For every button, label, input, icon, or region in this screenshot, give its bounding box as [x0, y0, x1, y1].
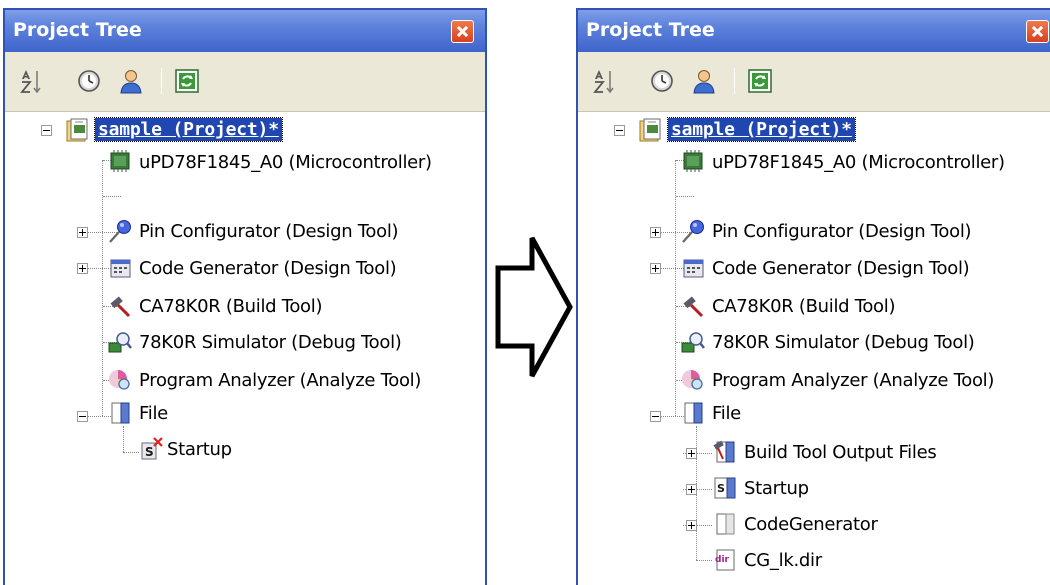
codegenerator-folder-icon	[716, 513, 735, 535]
close-icon[interactable]	[1026, 20, 1049, 43]
tree-item-simulator[interactable]: 78K0R Simulator (Debug Tool)	[712, 332, 975, 353]
panel-title: Project Tree	[13, 19, 142, 41]
toolbar-separator	[161, 68, 162, 94]
hammer-icon	[683, 296, 704, 318]
tree-item-microcontroller[interactable]: uPD78F1845_A0 (Microcontroller)	[139, 152, 432, 173]
close-icon[interactable]	[451, 20, 474, 43]
refresh-icon[interactable]	[746, 67, 774, 95]
tree-item-startup[interactable]: Startup	[744, 478, 809, 499]
tree-item-startup[interactable]: Startup	[167, 439, 232, 460]
tree-collapse-toggle[interactable]	[41, 125, 52, 136]
tree-collapse-toggle[interactable]	[77, 411, 88, 422]
tree-item-file[interactable]: File	[139, 403, 168, 424]
sort-az-icon[interactable]	[17, 67, 45, 95]
microcontroller-icon	[110, 150, 130, 172]
toolbar-separator	[734, 68, 735, 94]
project-tree: sample (Project)* uPD78F1845_A0 (Microco…	[578, 112, 1050, 585]
tree-collapse-toggle[interactable]	[614, 125, 625, 136]
tree-item-code-generator[interactable]: Code Generator (Design Tool)	[712, 258, 970, 279]
code-generator-icon	[683, 259, 704, 278]
project-tree-panel-before: Project Tree sample (Project)* uPD78F184…	[3, 8, 487, 585]
tree-item-codegenerator[interactable]: CodeGenerator	[744, 514, 878, 535]
tree-expand-toggle[interactable]	[686, 520, 697, 531]
tree-root-project[interactable]: sample (Project)*	[94, 117, 283, 142]
tree-collapse-toggle[interactable]	[650, 411, 661, 422]
tree-expand-toggle[interactable]	[686, 484, 697, 495]
refresh-icon[interactable]	[173, 67, 201, 95]
tree-item-build-tool[interactable]: CA78K0R (Build Tool)	[139, 296, 322, 317]
analyzer-icon	[682, 370, 703, 390]
svg-text:dir: dir	[715, 555, 730, 565]
panel-title-bar: Project Tree	[578, 10, 1050, 52]
clock-icon[interactable]	[75, 67, 103, 95]
tree-expand-toggle[interactable]	[77, 263, 88, 274]
tree-item-pin-configurator[interactable]: Pin Configurator (Design Tool)	[139, 221, 399, 242]
tree-item-code-generator[interactable]: Code Generator (Design Tool)	[139, 258, 397, 279]
person-icon[interactable]	[117, 67, 145, 95]
tree-expand-toggle[interactable]	[77, 227, 88, 238]
panel-toolbar	[5, 52, 485, 112]
tree-item-file[interactable]: File	[712, 403, 741, 424]
tree-item-simulator[interactable]: 78K0R Simulator (Debug Tool)	[139, 332, 402, 353]
startup-excluded-icon: S	[141, 437, 163, 460]
tree-root-project[interactable]: sample (Project)*	[667, 117, 856, 142]
person-icon[interactable]	[690, 67, 718, 95]
project-tree-panel-after: Project Tree sample (Project)* uPD78F184…	[576, 8, 1050, 585]
file-folder-icon	[111, 402, 130, 424]
code-generator-icon	[110, 259, 131, 278]
project-tree: sample (Project)* uPD78F1845_A0 (Microco…	[5, 112, 485, 585]
tree-expand-toggle[interactable]	[650, 263, 661, 274]
tree-expand-toggle[interactable]	[650, 227, 661, 238]
panel-toolbar	[578, 52, 1050, 112]
tree-item-build-tool[interactable]: CA78K0R (Build Tool)	[712, 296, 895, 317]
tree-expand-toggle[interactable]	[686, 448, 697, 459]
panel-title: Project Tree	[586, 19, 715, 41]
analyzer-icon	[109, 370, 130, 390]
tree-item-build-output[interactable]: Build Tool Output Files	[744, 442, 937, 463]
svg-text:S: S	[717, 482, 725, 495]
build-output-folder-icon	[713, 440, 735, 463]
pin-configurator-icon	[109, 220, 131, 243]
svg-text:S: S	[145, 445, 154, 459]
pin-configurator-icon	[682, 220, 704, 243]
tree-item-analyzer[interactable]: Program Analyzer (Analyze Tool)	[139, 370, 421, 391]
panel-title-bar: Project Tree	[5, 10, 485, 52]
file-folder-icon	[684, 402, 703, 424]
tree-item-pin-configurator[interactable]: Pin Configurator (Design Tool)	[712, 221, 972, 242]
sort-az-icon[interactable]	[590, 67, 618, 95]
tree-item-cg-lk-dir[interactable]: CG_lk.dir	[744, 550, 822, 571]
simulator-icon	[108, 332, 132, 353]
transition-arrow	[495, 236, 573, 378]
microcontroller-icon	[683, 150, 703, 172]
clock-icon[interactable]	[648, 67, 676, 95]
startup-folder-icon: S	[714, 477, 736, 499]
project-icon	[66, 118, 88, 142]
tree-item-microcontroller[interactable]: uPD78F1845_A0 (Microcontroller)	[712, 152, 1005, 173]
simulator-icon	[681, 332, 705, 353]
project-icon	[639, 118, 661, 142]
tree-item-analyzer[interactable]: Program Analyzer (Analyze Tool)	[712, 370, 994, 391]
hammer-icon	[110, 296, 131, 318]
dir-file-icon: dir	[715, 549, 735, 571]
